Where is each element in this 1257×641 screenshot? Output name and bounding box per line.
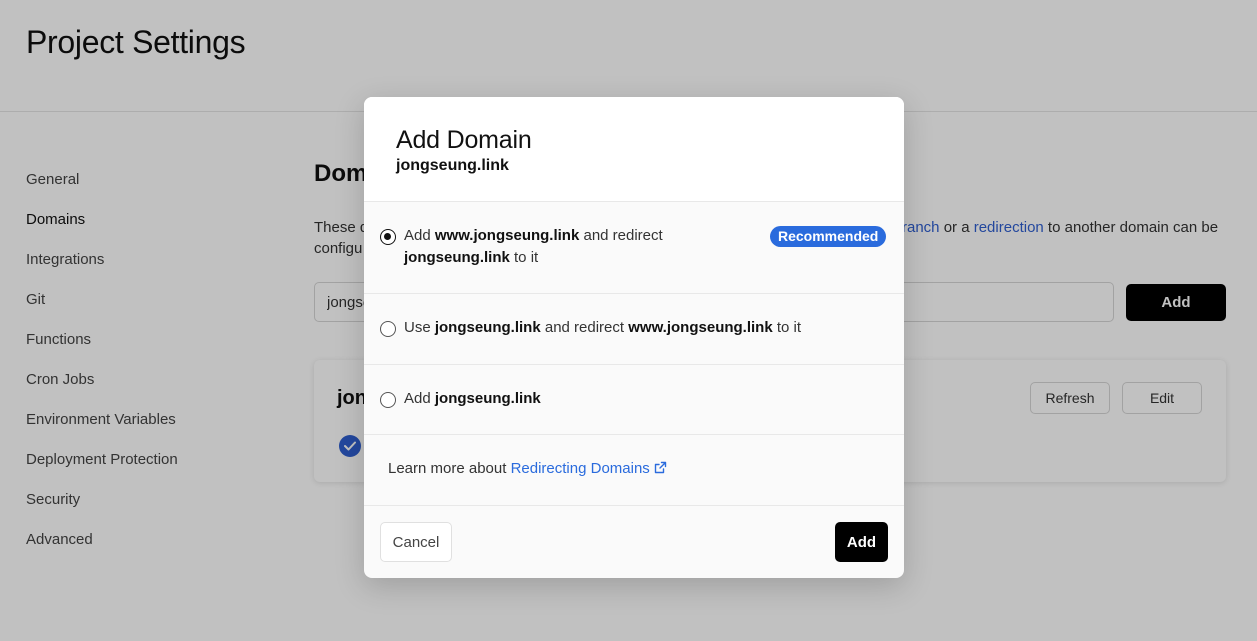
option-1-domain-www: www.jongseung.link (434, 227, 580, 244)
option-2-domain-apex: jongseung.link (434, 319, 541, 336)
option-add-apex-only[interactable]: Add jongseung.link (364, 365, 904, 435)
option-2-mid: and redirect (540, 319, 629, 336)
redirecting-domains-link[interactable]: Redirecting Domains (511, 460, 667, 477)
learn-more-row: Learn more about Redirecting Domains (364, 435, 904, 506)
option-3-prefix: Add (404, 390, 435, 407)
option-use-apex-redirect[interactable]: Use jongseung.link and redirect www.jong… (364, 294, 904, 365)
modal-title: Add Domain (396, 126, 532, 154)
option-2-prefix: Use (404, 319, 435, 336)
option-1-suffix: to it (509, 249, 539, 266)
learn-more-text: Learn more about Redirecting Domains (388, 460, 667, 477)
learn-more-prefix: Learn more about (388, 460, 511, 477)
recommended-badge: Recommended (770, 226, 887, 247)
modal-subtitle: jongseung.link (396, 157, 509, 174)
option-1-mid: and redirect (579, 227, 663, 244)
option-1-text: Add www.jongseung.link and redirect jongs… (404, 225, 704, 269)
modal-header: Add Domain jongseung.link (364, 97, 904, 202)
option-2-text: Use jongseung.link and redirect www.jong… (404, 317, 801, 339)
external-link-icon (654, 461, 667, 474)
add-domain-modal: Add Domain jongseung.link Add www.jongse… (364, 97, 904, 578)
modal-add-button[interactable]: Add (835, 522, 888, 562)
option-3-text: Add jongseung.link (404, 388, 541, 410)
radio-option-2[interactable] (380, 321, 396, 337)
redirecting-domains-link-label: Redirecting Domains (510, 460, 650, 477)
radio-option-3[interactable] (380, 392, 396, 408)
option-add-www-redirect[interactable]: Add www.jongseung.link and redirect jongs… (364, 202, 904, 294)
option-3-domain-apex: jongseung.link (434, 390, 541, 407)
radio-option-1[interactable] (380, 229, 396, 245)
option-1-prefix: Add (404, 227, 435, 244)
option-2-suffix: to it (772, 319, 802, 336)
option-1-domain-apex: jongseung.link (404, 249, 510, 266)
cancel-button[interactable]: Cancel (380, 522, 452, 562)
option-2-domain-www: www.jongseung.link (628, 319, 773, 336)
